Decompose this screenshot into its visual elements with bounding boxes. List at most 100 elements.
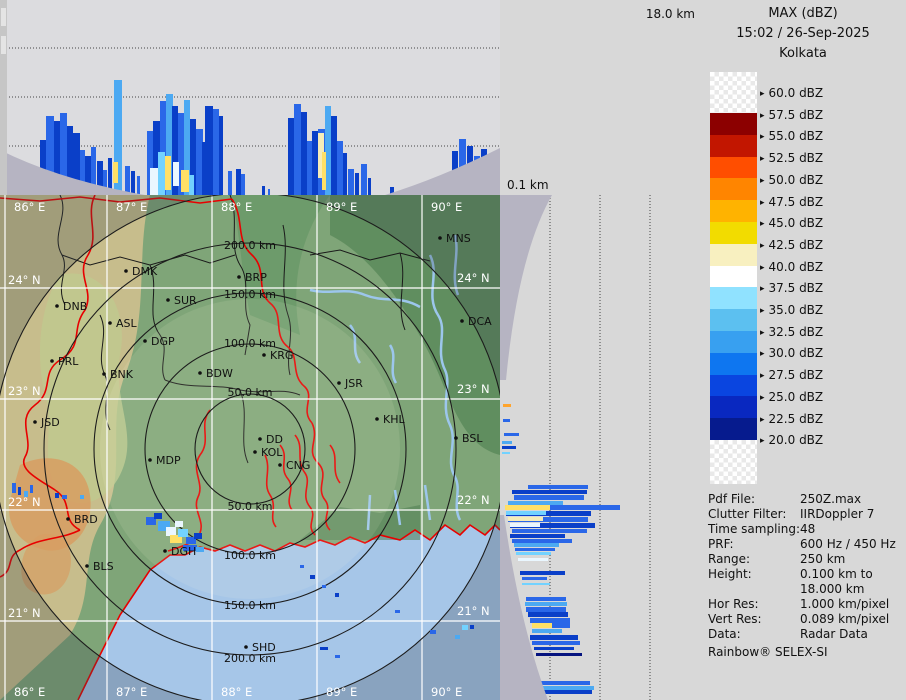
color-scale-band [710,243,757,266]
color-scale-tick-label: 20.0 dBZ [768,433,824,448]
echo-bar [113,162,118,183]
latitude-label: 24° N [457,271,490,285]
echo-bar [512,529,587,533]
range-ring-label: 100.0 km [224,549,276,562]
city-marker-dot [244,645,248,649]
city-label: DMK [132,265,158,278]
tick-arrow-icon: ▸ [760,327,765,338]
color-scale-tick: ▸ 20.0 dBZ [760,433,823,447]
city-marker-dot [237,275,241,279]
city-marker-dot [33,420,37,424]
metadata-label: Clutter Filter: [708,507,787,521]
color-scale-tick-label: 57.5 dBZ [768,107,824,122]
height-axis-max-label: 18.0 km [645,7,695,21]
tick-arrow-icon: ▸ [760,349,765,360]
color-scale-tick-label: 45.0 dBZ [768,216,824,231]
city-label: BLS [93,560,114,573]
range-ring-label: 100.0 km [224,337,276,350]
window-edge-strip [0,0,7,195]
tick-arrow-icon: ▸ [760,89,765,99]
color-scale-tick: ▸ 22.5 dBZ [760,412,823,426]
echo-bar [534,647,574,650]
metadata-value: Radar Data [800,627,868,641]
city-marker-dot [375,417,379,421]
legend-panel: MAX (dBZ) 15:02 / 26-Sep-2025 Kolkata ▸ 6… [700,0,906,700]
map-echo [196,547,204,552]
color-scale-band [710,374,757,397]
map-echo [80,495,84,499]
echo-bar [508,501,563,505]
metadata-value: 18.000 km [800,582,865,596]
color-scale-band [710,287,757,310]
echo-bar [301,112,307,195]
color-scale-band [710,221,757,244]
color-scale-tick: ▸ 55.0 dBZ [760,129,823,143]
map-echo [310,575,315,579]
map-echo [322,585,326,588]
color-scale-tick-label: 27.5 dBZ [768,368,824,383]
range-ring-label: 50.0 km [227,500,272,513]
metadata-row: PRF: 600 Hz / 450 Hz [708,537,896,551]
echo-bar [503,419,510,422]
city-marker-dot [124,269,128,273]
product-title: MAX (dBZ) [768,6,838,21]
city-label: JSD [40,416,60,429]
city-label: ASL [116,317,138,330]
city-marker-dot [55,304,59,308]
echo-bar [510,534,565,538]
longitude-label: 88° E [221,685,252,699]
color-scale-band [710,396,757,419]
echo-bar [526,607,566,612]
tick-arrow-icon: ▸ [760,240,765,251]
latitude-label: 23° N [8,384,41,398]
metadata-label: Vert Res: [708,612,762,626]
city-label: DD [266,433,283,446]
side-profile-canvas [500,195,651,700]
longitude-label: 86° E [14,200,45,214]
latitude-label: 22° N [8,495,41,509]
color-scale-tick: ▸ 35.0 dBZ [760,303,823,317]
station-name: Kolkata [779,46,827,61]
map-echo [430,630,436,634]
color-scale-tick-label: 40.0 dBZ [768,259,824,274]
map-echo [462,625,468,630]
metadata-value: 250 km [800,552,846,566]
color-scale-band [710,330,757,353]
longitude-label: 86° E [14,685,45,699]
echo-bar [322,152,326,190]
map-canvas: 86° E 86° E 87° E 87° E 88° E 88° E 89° E 89° E… [0,192,507,700]
echo-bar [515,548,555,551]
echo-bar [343,153,347,195]
map-echo [335,655,340,658]
echo-bar [189,175,194,195]
metadata-row: Data: Radar Data [708,627,868,641]
tick-arrow-icon: ▸ [760,306,765,316]
echo-bar [173,162,179,186]
latitude-label: 23° N [457,382,490,396]
city-marker-dot [102,372,106,376]
product-header: MAX (dBZ) 15:02 / 26-Sep-2025 Kolkata [700,4,906,64]
latitude-label: 21° N [8,606,41,620]
product-datetime: 15:02 / 26-Sep-2025 [736,26,870,41]
color-scale-tick: ▸ 60.0 dBZ [760,86,823,100]
metadata-value: 250Z.max [800,492,862,506]
color-scale-tick: ▸ 52.5 dBZ [760,151,823,165]
echo-bar [219,116,223,195]
echo-bar [525,602,567,606]
echo-bar [528,612,568,617]
latitude-label: 21° N [457,604,490,618]
metadata-label: Data: [708,627,741,641]
metadata-row: Height: 0.100 km to [708,567,873,581]
color-scale-offscale [710,439,757,484]
echo-bar [502,441,512,444]
city-marker-dot [148,458,152,462]
longitude-label: 88° E [221,200,252,214]
metadata-value: 0.100 km to [800,567,873,581]
echo-bar [512,539,572,543]
city-marker-dot [278,463,282,467]
echo-bar [158,152,165,195]
city-label: DGP [151,335,175,348]
map-echo [30,485,33,493]
color-scale-band [710,113,757,135]
color-scale-band [710,352,757,375]
